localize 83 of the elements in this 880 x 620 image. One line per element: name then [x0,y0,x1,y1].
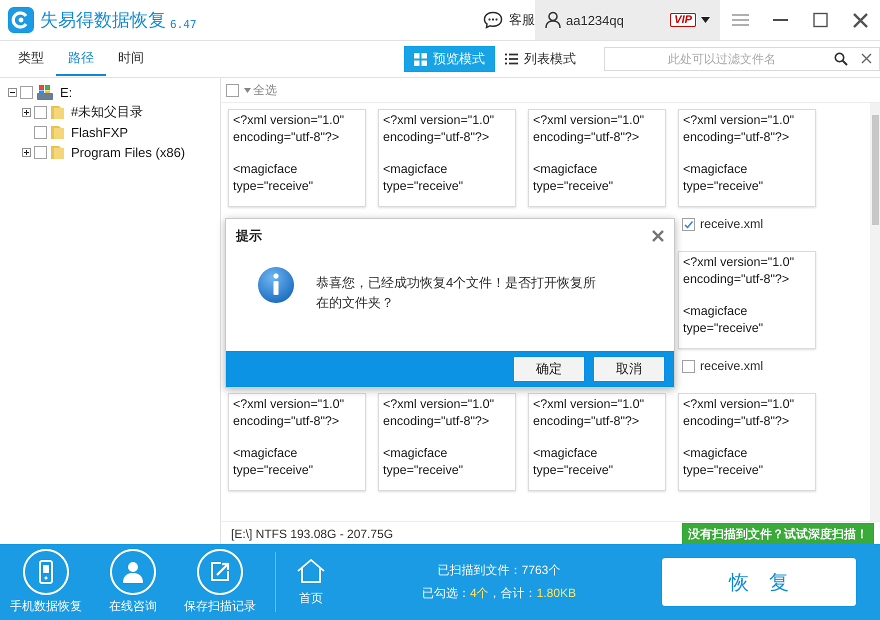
file-preview-card[interactable]: <?xml version="1.0" encoding="utf-8"?> <magicface type="receive" [678,109,816,207]
file-preview-card[interactable]: <?xml version="1.0" encoding="utf-8"?> <magicface type="receive" [678,251,816,349]
folder-icon [50,104,65,120]
tab[interactable]: 类型 [6,42,56,76]
scrollbar[interactable] [870,103,880,521]
tree-item[interactable]: E: [60,84,72,100]
caret-icon[interactable] [701,17,710,23]
dialog-button[interactable]: 取消 [594,357,664,381]
person-icon [122,560,144,584]
user-icon [545,11,561,29]
file-name: receive.xml [700,217,764,231]
tab[interactable]: 路径 [56,42,106,76]
preview-text: <magicface type="receive" [233,445,314,479]
info-icon [256,265,296,305]
caret-icon [244,88,251,92]
expand-icon[interactable] [22,148,31,156]
expand-icon[interactable] [22,108,31,116]
maximize-icon[interactable] [810,11,830,29]
file-preview-card[interactable]: <?xml version="1.0" encoding="utf-8"?> <magicface type="receive" [528,393,666,491]
collapse-icon[interactable] [8,88,17,96]
checkbox[interactable] [34,106,47,118]
checkbox[interactable] [682,218,695,230]
preview-text: <?xml version="1.0" encoding="utf-8"?> [383,396,496,430]
preview-text: <?xml version="1.0" encoding="utf-8"?> [533,112,646,146]
preview-text: <magicface type="receive" [683,161,764,195]
file-preview-card[interactable]: <?xml version="1.0" encoding="utf-8"?> <magicface type="receive" [228,393,366,491]
preview-text: <?xml version="1.0" encoding="utf-8"?> [683,396,796,430]
drive-icon [36,84,54,100]
file-preview-card[interactable]: <?xml version="1.0" encoding="utf-8"?> <magicface type="receive" [228,109,366,207]
dialog-message: 恭喜您，已经成功恢复4个文件！是否打开恢复所在的文件夹？ [316,274,598,312]
checkbox[interactable] [34,146,47,158]
preview-text: <?xml version="1.0" encoding="utf-8"?> [683,112,796,146]
search-icon[interactable] [834,52,848,66]
username: aa1234qq [566,12,624,28]
dialog-title: 提示 [236,227,262,245]
tree-item[interactable]: Program Files (x86) [71,144,186,160]
tab[interactable]: 时间 [106,42,156,76]
preview-text: <magicface type="receive" [383,445,464,479]
preview-text: <magicface type="receive" [383,161,464,195]
file-preview-card[interactable]: <?xml version="1.0" encoding="utf-8"?> <magicface type="receive" [378,393,516,491]
tree-item[interactable]: #未知父目录 [71,103,144,121]
preview-text: <magicface type="receive" [533,161,614,195]
chat-icon [483,11,503,29]
preview-text: <magicface type="receive" [533,445,614,479]
scan-stats: 已扫描到文件：7763个 [438,562,560,579]
preview-text: <?xml version="1.0" encoding="utf-8"?> [233,396,346,430]
folder-icon [50,144,65,160]
recover-button[interactable]: 恢 复 [662,558,856,606]
preview-text: <magicface type="receive" [683,303,764,337]
preview-text: <?xml version="1.0" encoding="utf-8"?> [533,396,646,430]
view-mode-button[interactable]: 列表模式 [495,46,586,72]
file-preview-card[interactable]: <?xml version="1.0" encoding="utf-8"?> <magicface type="receive" [678,393,816,491]
preview-text: <?xml version="1.0" encoding="utf-8"?> [383,112,496,146]
checkbox[interactable] [682,360,695,372]
app-title: 失易得数据恢复 [40,9,166,32]
select-all-label[interactable]: 全选 [253,82,277,98]
filter-field[interactable]: 此处可以过滤文件名 [604,47,880,71]
checkbox[interactable] [226,84,239,96]
checkbox[interactable] [20,86,33,98]
file-name: receive.xml [700,359,764,373]
preview-text: <magicface type="receive" [233,161,314,195]
close-icon[interactable] [652,230,664,242]
preview-text: <?xml version="1.0" encoding="utf-8"?> [683,254,796,288]
preview-text: <?xml version="1.0" encoding="utf-8"?> [233,112,346,146]
folder-icon [50,124,65,140]
file-preview-card[interactable]: <?xml version="1.0" encoding="utf-8"?> <magicface type="receive" [378,109,516,207]
preview-text: <magicface type="receive" [683,445,764,479]
version-label: 6.47 [170,18,196,30]
list-icon [505,53,518,65]
checkbox[interactable] [34,126,47,138]
home-icon [296,558,326,584]
close-icon[interactable] [850,11,870,29]
grid-icon [414,52,427,66]
disk-info: [E:\] NTFS 193.08G - 207.75G [231,527,394,541]
clear-icon[interactable] [861,53,872,64]
scan-stats: 已勾选：4个，合计：1.80KB [422,585,576,602]
tree-item[interactable]: FlashFXP [71,124,128,140]
app-logo-icon [8,7,34,33]
file-preview-card[interactable]: <?xml version="1.0" encoding="utf-8"?> <magicface type="receive" [528,109,666,207]
dialog-button[interactable]: 确定 [514,357,584,381]
export-icon [209,560,231,584]
vip-badge: VIP [670,13,696,27]
support-button[interactable]: 客服 [483,0,535,40]
